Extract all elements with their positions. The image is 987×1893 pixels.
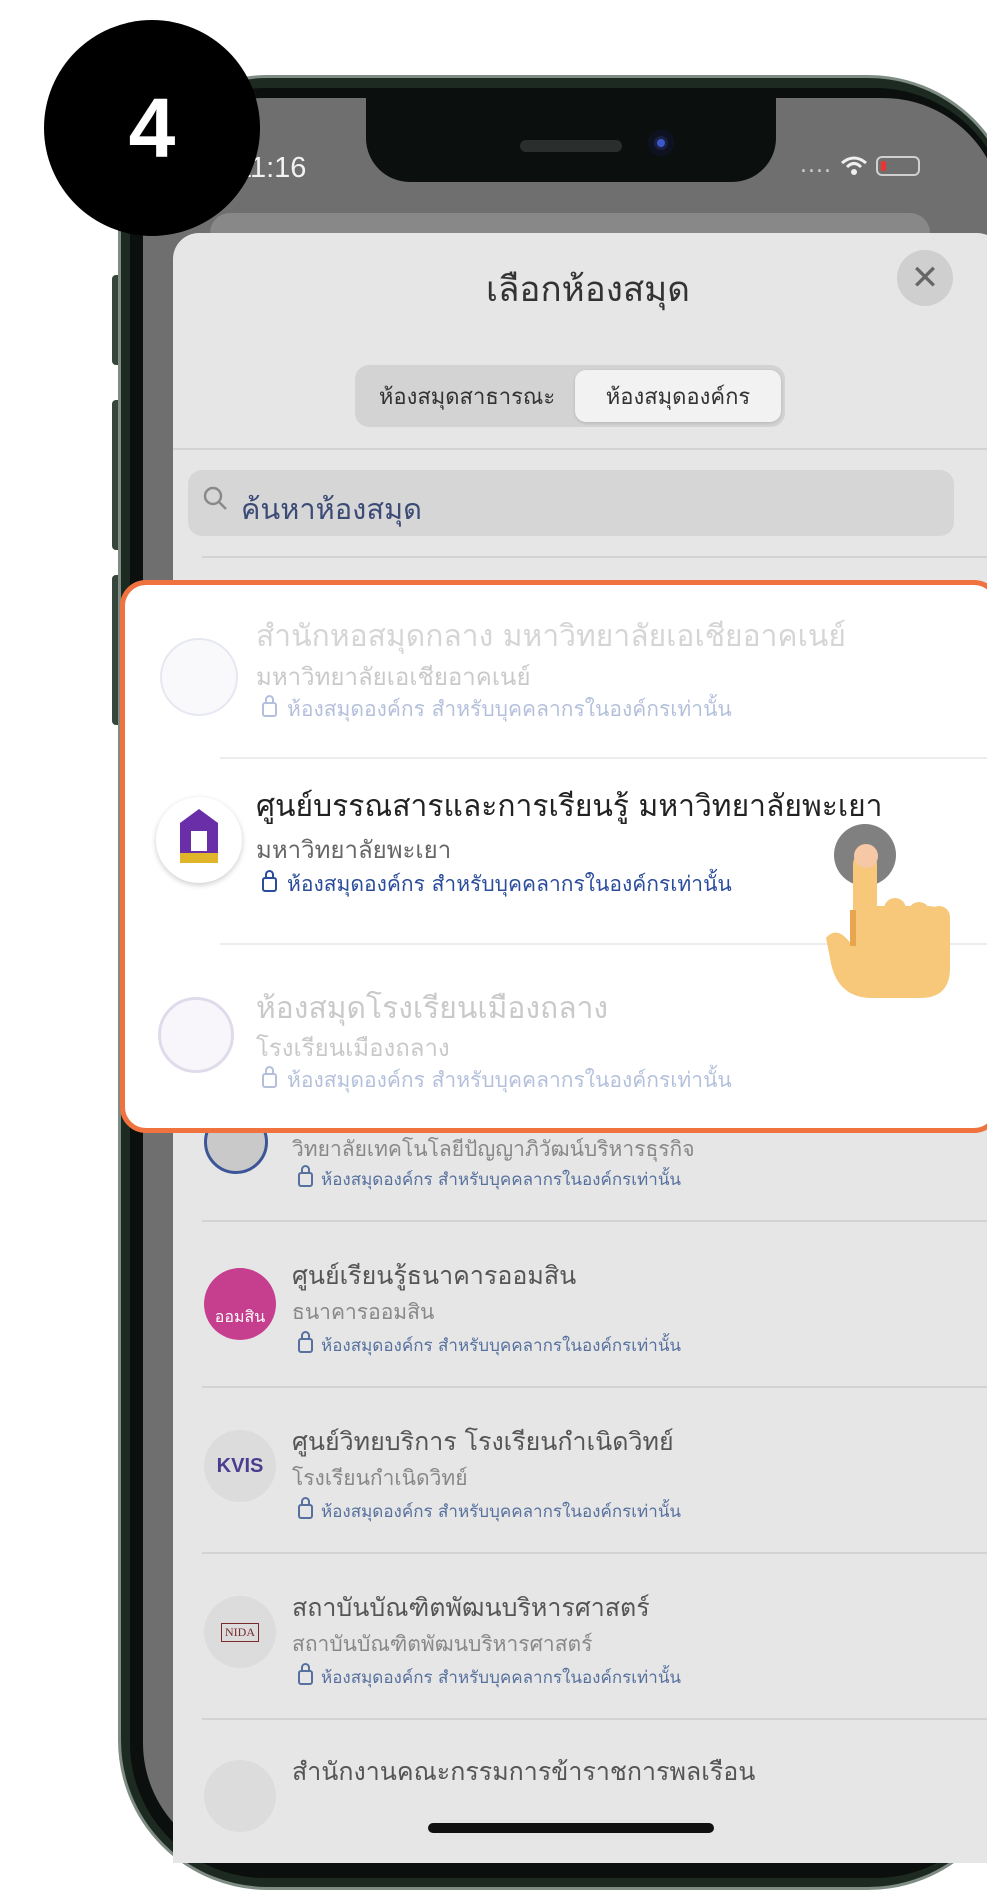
muangthalang-logo: [158, 997, 234, 1073]
library-title: สำนักหอสมุดกลาง มหาวิทยาลัยเอเชียอาคเนย์: [256, 619, 846, 654]
lock-icon: [298, 1497, 313, 1519]
list-item-kvis[interactable]: KVIS ศูนย์วิทยบริการ โรงเรียนกำเนิดวิทย์…: [202, 1388, 987, 1552]
up-logo: [156, 797, 242, 883]
search-placeholder: ค้นหาห้องสมุด: [241, 492, 422, 526]
library-access: ห้องสมุดองค์กร สำหรับบุคคลากรในองค์กรเท่…: [262, 1064, 732, 1097]
list-item-nida[interactable]: NIDA สถาบันบัณฑิตพัฒนบริหารศาสตร์ สถาบัน…: [202, 1554, 987, 1718]
sau-logo: [160, 638, 238, 716]
tab-public-library[interactable]: ห้องสมุดสาธารณะ: [363, 371, 571, 421]
divider: [173, 448, 987, 450]
list-item-subtitle: โรงเรียนกำเนิดวิทย์: [292, 1466, 468, 1490]
library-title: ห้องสมุดโรงเรียนเมืองถลาง: [256, 991, 609, 1026]
library-subtitle: มหาวิทยาลัยพะเยา: [256, 836, 452, 864]
lock-icon: [298, 1663, 313, 1685]
list-item-gsb[interactable]: ออมสิน ศูนย์เรียนรู้ธนาคารออมสิน ธนาคารอ…: [202, 1222, 987, 1386]
status-icons: ....: [800, 153, 920, 178]
library-item-sau[interactable]: สำนักหอสมุดกลาง มหาวิทยาลัยเอเชียอาคเนย์…: [150, 605, 980, 755]
lock-icon: [262, 870, 277, 892]
access-label: ห้องสมุดองค์กร สำหรับบุคคลากรในองค์กรเท่…: [321, 1170, 682, 1190]
list-item-title: สถาบันบัณฑิตพัฒนบริหารศาสตร์: [292, 1593, 650, 1622]
library-item-muangthalang[interactable]: ห้องสมุดโรงเรียนเมืองถลาง โรงเรียนเมืองถ…: [150, 985, 980, 1115]
list-item-title: ศูนย์วิทยบริการ โรงเรียนกำเนิดวิทย์: [292, 1427, 674, 1456]
access-label: ห้องสมุดองค์กร สำหรับบุคคลากรในองค์กรเท่…: [321, 1668, 682, 1688]
lock-icon: [298, 1331, 313, 1353]
lock-icon: [298, 1165, 313, 1187]
nida-logo-text: NIDA: [221, 1622, 259, 1642]
access-label: ห้องสมุดองค์กร สำหรับบุคคลากรในองค์กรเท่…: [287, 872, 732, 896]
lock-icon: [262, 695, 277, 717]
list-item-access: ห้องสมุดองค์กร สำหรับบุคคลากรในองค์กรเท่…: [298, 1331, 682, 1359]
signal-dots: ....: [800, 153, 832, 178]
library-access: ห้องสมุดองค์กร สำหรับบุคคลากรในองค์กรเท่…: [262, 868, 732, 901]
close-button[interactable]: ✕: [897, 250, 953, 306]
tap-hand-icon: [826, 852, 950, 998]
access-label: ห้องสมุดองค์กร สำหรับบุคคลากรในองค์กรเท่…: [321, 1336, 682, 1356]
list-item-title: ศูนย์เรียนรู้ธนาคารออมสิน: [292, 1261, 577, 1290]
list-item-access: ห้องสมุดองค์กร สำหรับบุคคลากรในองค์กรเท่…: [298, 1497, 682, 1525]
divider: [202, 556, 987, 558]
wifi-icon: [841, 156, 867, 175]
list-item-subtitle: ธนาคารออมสิน: [292, 1300, 435, 1324]
home-indicator: [428, 1823, 714, 1833]
list-item-title: สำนักงานคณะกรรมการข้าราชการพลเรือน: [292, 1757, 756, 1786]
lock-icon: [262, 1066, 277, 1088]
up-emblem-icon: [180, 809, 218, 863]
access-label: ห้องสมุดองค์กร สำหรับบุคคลากรในองค์กรเท่…: [321, 1502, 682, 1522]
sheet-title: เลือกห้องสมุด: [486, 270, 690, 310]
gsb-logo: ออมสิน: [204, 1268, 276, 1340]
access-label: ห้องสมุดองค์กร สำหรับบุคคลากรในองค์กรเท่…: [287, 697, 732, 721]
divider: [220, 757, 987, 759]
divider: [202, 1718, 987, 1720]
battery-icon: [875, 155, 920, 176]
tab-organization-library[interactable]: ห้องสมุดองค์กร: [575, 370, 781, 422]
list-item-access: ห้องสมุดองค์กร สำหรับบุคคลากรในองค์กรเท่…: [298, 1165, 682, 1193]
list-item-subtitle: สถาบันบัณฑิตพัฒนบริหารศาสตร์: [292, 1632, 593, 1656]
access-label: ห้องสมุดองค์กร สำหรับบุคคลากรในองค์กรเท่…: [287, 1068, 732, 1092]
kvis-logo: KVIS: [204, 1430, 276, 1502]
library-title: ศูนย์บรรณสารและการเรียนรู้ มหาวิทยาลัยพะ…: [256, 789, 883, 824]
speaker-grille: [520, 140, 622, 152]
list-item-subtitle: วิทยาลัยเทคโนโลยีปัญญาภิวัฒน์บริหารธุรกิ…: [292, 1137, 695, 1161]
library-subtitle: โรงเรียนเมืองถลาง: [256, 1034, 450, 1062]
library-subtitle: มหาวิทยาลัยเอเชียอาคเนย์: [256, 663, 531, 691]
nida-logo: NIDA: [204, 1596, 276, 1668]
close-icon: ✕: [910, 258, 940, 298]
step-number-badge: 4: [44, 20, 260, 236]
list-item-logo: [204, 1760, 276, 1832]
camera-lens: [657, 139, 665, 147]
library-access: ห้องสมุดองค์กร สำหรับบุคคลากรในองค์กรเท่…: [262, 693, 732, 726]
search-icon: [203, 486, 227, 510]
list-item-access: ห้องสมุดองค์กร สำหรับบุคคลากรในองค์กรเท่…: [298, 1663, 682, 1691]
tap-point: [854, 844, 878, 868]
